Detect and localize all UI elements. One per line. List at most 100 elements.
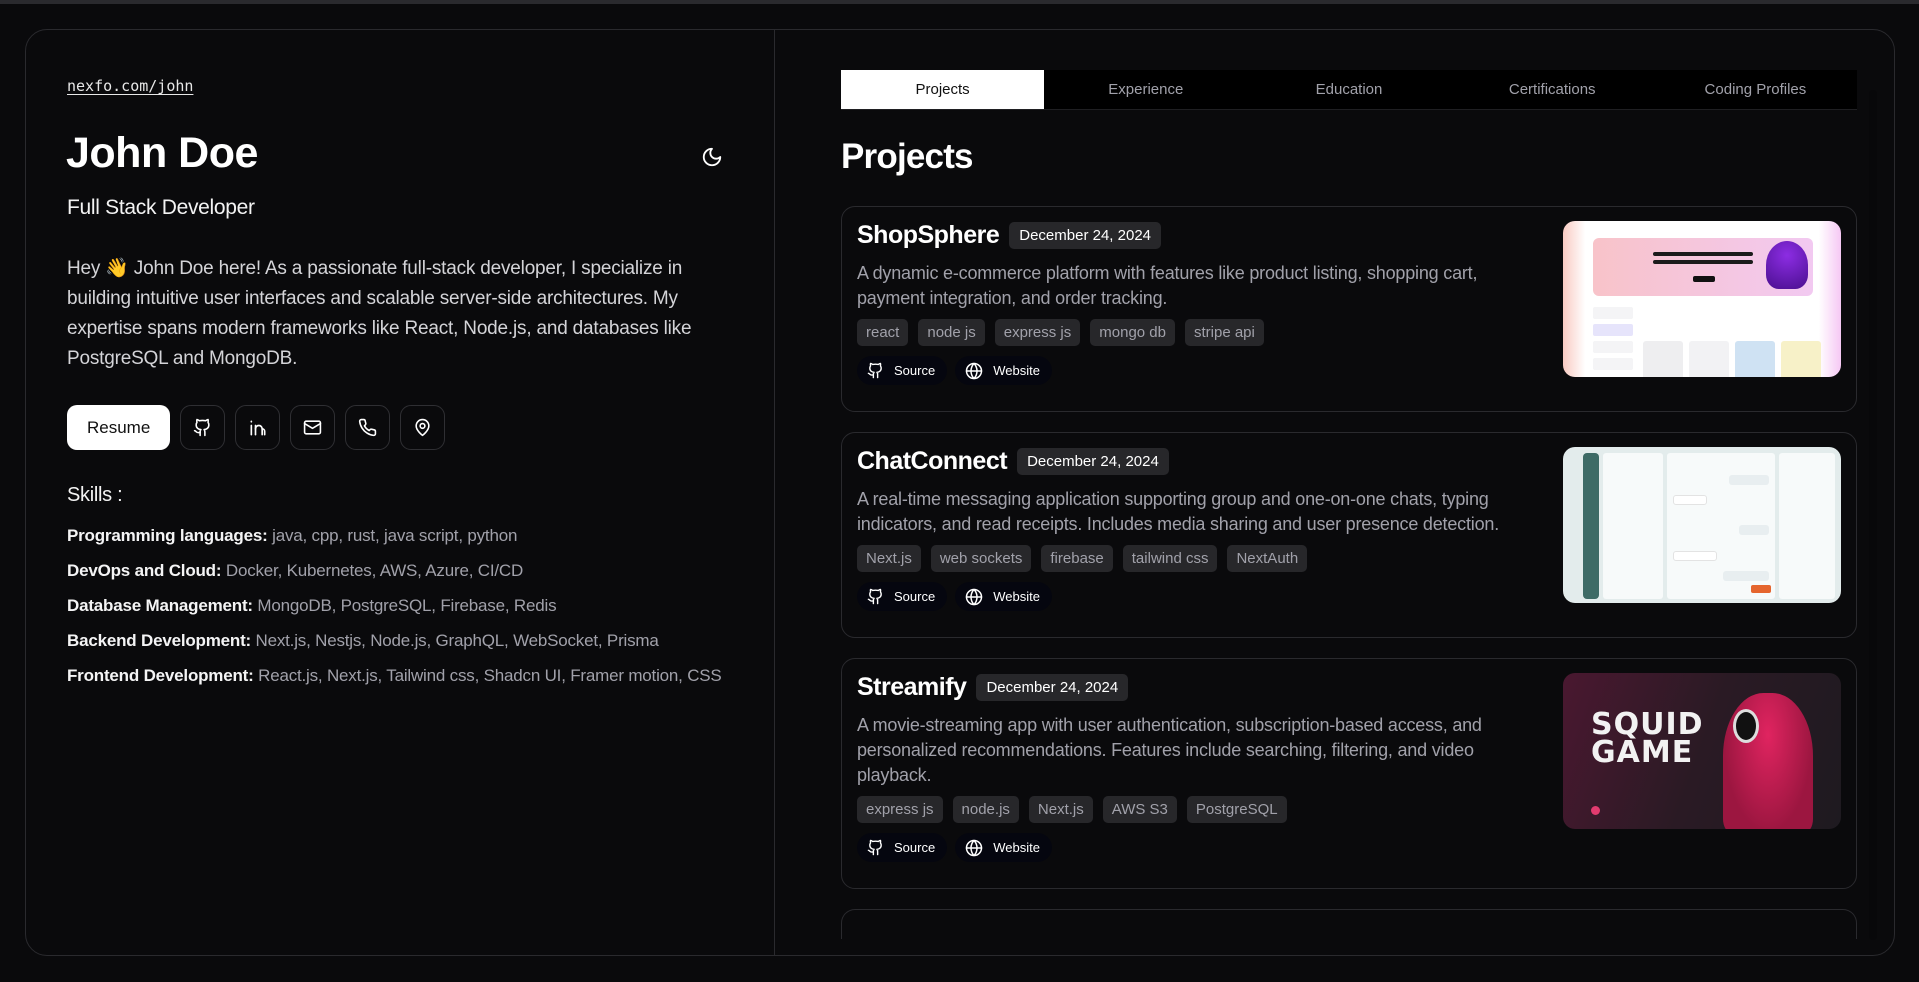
skill-label: Backend Development: xyxy=(67,631,251,650)
thumb-product xyxy=(1643,341,1683,377)
github-icon xyxy=(867,362,882,379)
tab-coding-profiles[interactable]: Coding Profiles xyxy=(1654,70,1857,109)
phone-button[interactable] xyxy=(345,405,391,450)
email-button[interactable] xyxy=(290,405,336,450)
source-link[interactable]: Source xyxy=(857,582,948,611)
skill-label: Database Management: xyxy=(67,596,253,615)
skill-row: DevOps and Cloud: Docker, Kubernetes, AW… xyxy=(67,558,747,583)
skill-label: DevOps and Cloud: xyxy=(67,561,222,580)
project-title: ShopSphere xyxy=(857,221,1000,249)
github-button[interactable] xyxy=(180,405,226,450)
tech-tag: node.js xyxy=(952,796,1019,823)
tech-tag: tailwind css xyxy=(1122,545,1218,572)
location-button[interactable] xyxy=(400,405,446,450)
map-pin-icon xyxy=(415,418,430,437)
skill-value: MongoDB, PostgreSQL, Firebase, Redis xyxy=(257,596,557,615)
skill-row: Backend Development: Next.js, Nestjs, No… xyxy=(67,628,747,653)
tech-tag: express js xyxy=(994,319,1081,346)
tech-tag: AWS S3 xyxy=(1102,796,1177,823)
thumb-product xyxy=(1735,341,1775,377)
skill-value: Docker, Kubernetes, AWS, Azure, CI/CD xyxy=(225,561,524,580)
skills-list: Programming languages: java, cpp, rust, … xyxy=(67,523,747,698)
profile-actions: Resume xyxy=(67,405,446,450)
skill-row: Database Management: MongoDB, PostgreSQL… xyxy=(67,593,747,618)
project-thumbnail-chat[interactable] xyxy=(1563,447,1841,603)
thumb-mask xyxy=(1733,709,1759,743)
globe-icon xyxy=(965,588,983,605)
tech-tag: Next.js xyxy=(1028,796,1093,823)
website-link[interactable]: Website xyxy=(955,356,1052,385)
source-label: Source xyxy=(894,589,936,604)
tab-certifications[interactable]: Certifications xyxy=(1451,70,1654,109)
section-title: Projects xyxy=(841,137,974,176)
profile-panel: nexfo.com/john John Doe Full Stack Devel… xyxy=(26,30,775,955)
tech-tag: firebase xyxy=(1041,545,1113,572)
profile-url-link[interactable]: nexfo.com/john xyxy=(67,77,193,95)
moon-icon xyxy=(702,147,722,167)
content-panel: Projects Experience Education Certificat… xyxy=(776,30,1894,955)
content-scrollbar[interactable] xyxy=(1869,90,1877,940)
globe-icon xyxy=(965,839,983,856)
project-card: Streamify December 24, 2024 A movie-stre… xyxy=(841,658,1857,889)
browser-top-edge xyxy=(0,0,1919,4)
project-card: ChatConnect December 24, 2024 A real-tim… xyxy=(841,432,1857,638)
section-tabs: Projects Experience Education Certificat… xyxy=(841,70,1857,110)
website-link[interactable]: Website xyxy=(955,833,1052,862)
source-link[interactable]: Source xyxy=(857,356,948,385)
github-icon xyxy=(867,588,882,605)
tab-education[interactable]: Education xyxy=(1247,70,1450,109)
project-date-badge: December 24, 2024 xyxy=(1017,448,1169,475)
portfolio-frame: nexfo.com/john John Doe Full Stack Devel… xyxy=(25,29,1895,956)
project-title: Streamify xyxy=(857,673,967,701)
tab-experience[interactable]: Experience xyxy=(1044,70,1247,109)
project-card-partial xyxy=(841,909,1857,939)
tech-tag: Next.js xyxy=(857,545,921,572)
profile-role: Full Stack Developer xyxy=(67,196,255,219)
thumb-profile xyxy=(1779,453,1835,599)
thumb-nav xyxy=(1583,225,1821,234)
globe-icon xyxy=(965,362,983,379)
tech-tag: NextAuth xyxy=(1227,545,1308,572)
project-date-badge: December 24, 2024 xyxy=(976,674,1129,701)
project-description: A movie-streaming app with user authenti… xyxy=(857,715,1482,785)
linkedin-button[interactable] xyxy=(235,405,281,450)
source-link[interactable]: Source xyxy=(857,833,948,862)
project-links: Source Website xyxy=(857,833,1841,862)
thumb-play-icon xyxy=(1591,806,1600,815)
project-thumbnail-streaming[interactable]: SQUID GAME xyxy=(1563,673,1841,829)
tech-tag: react xyxy=(857,319,909,346)
thumb-title-text: SQUID GAME xyxy=(1591,707,1704,770)
resume-button[interactable]: Resume xyxy=(67,405,171,450)
skill-row: Programming languages: java, cpp, rust, … xyxy=(67,523,747,548)
source-label: Source xyxy=(894,840,936,855)
tech-tag: stripe api xyxy=(1184,319,1264,346)
tech-tag: express js xyxy=(857,796,943,823)
skill-value: Next.js, Nestjs, Node.js, GraphQL, WebSo… xyxy=(255,631,659,650)
skill-label: Frontend Development: xyxy=(67,666,254,685)
project-thumbnail-ecommerce[interactable] xyxy=(1563,221,1841,377)
profile-bio: Hey 👋 John Doe here! As a passionate ful… xyxy=(67,258,692,369)
thumb-product xyxy=(1689,341,1729,377)
github-icon xyxy=(194,418,210,437)
website-link[interactable]: Website xyxy=(955,582,1052,611)
thumb-rail xyxy=(1583,453,1599,599)
profile-name: John Doe xyxy=(66,129,258,177)
thumb-send xyxy=(1751,585,1771,593)
project-title: ChatConnect xyxy=(857,447,1008,475)
projects-list: ShopSphere December 24, 2024 A dynamic e… xyxy=(841,206,1857,939)
skills-title: Skills : xyxy=(67,484,123,506)
linkedin-icon xyxy=(250,420,266,435)
project-card: ShopSphere December 24, 2024 A dynamic e… xyxy=(841,206,1857,412)
thumb-banner xyxy=(1593,238,1813,296)
website-label: Website xyxy=(993,840,1040,855)
website-label: Website xyxy=(993,363,1040,378)
theme-toggle-button[interactable] xyxy=(698,143,726,171)
thumb-product xyxy=(1781,341,1821,377)
project-description: A dynamic e-commerce platform with featu… xyxy=(857,263,1478,308)
tab-projects[interactable]: Projects xyxy=(841,70,1045,109)
thumb-contacts xyxy=(1603,453,1663,599)
github-icon xyxy=(867,839,882,856)
mail-icon xyxy=(304,420,322,435)
thumb-messages xyxy=(1667,453,1775,599)
project-description: A real-time messaging application suppor… xyxy=(857,489,1499,534)
